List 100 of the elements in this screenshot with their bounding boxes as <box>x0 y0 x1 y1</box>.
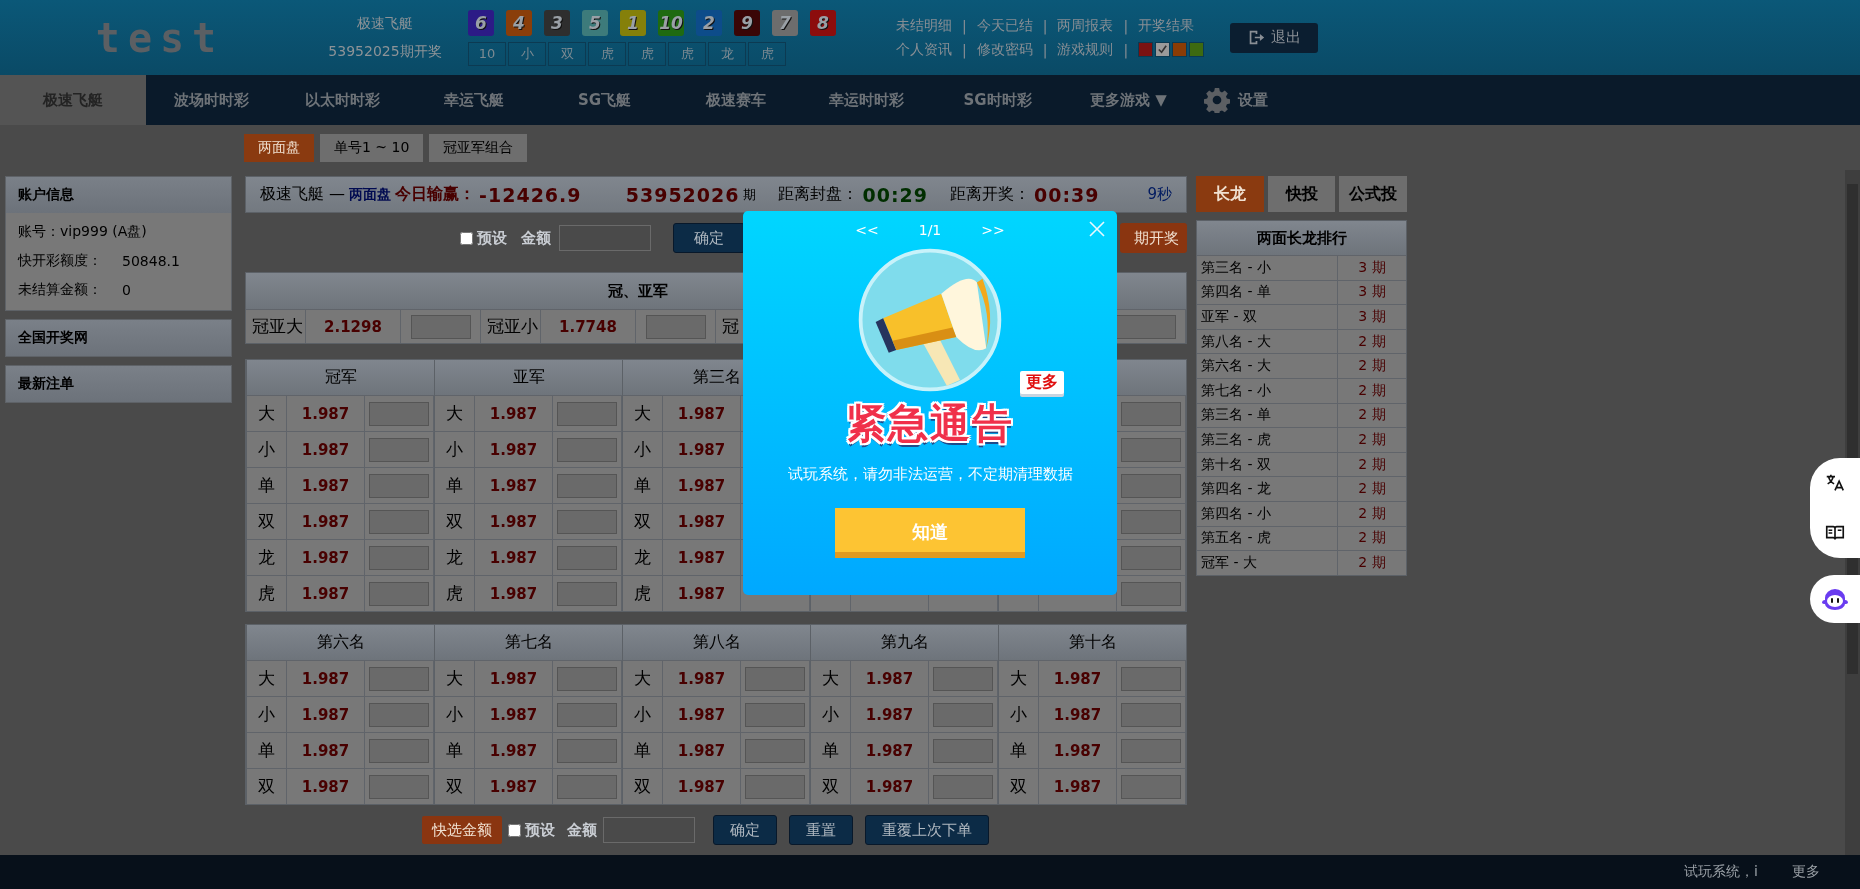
header-link[interactable]: 两周报表 <box>1057 16 1114 35</box>
bet-amount-field[interactable] <box>369 702 429 727</box>
bet-amount-field[interactable] <box>933 738 993 763</box>
bet-amount-field[interactable] <box>1121 581 1181 606</box>
bet-amount-field[interactable] <box>369 473 429 498</box>
odds-value: 1.987 <box>663 503 741 539</box>
amount-field[interactable] <box>603 817 695 843</box>
bet-amount-field[interactable] <box>557 509 617 534</box>
bet-amount-field[interactable] <box>1121 738 1181 763</box>
amount-field[interactable] <box>559 225 651 251</box>
odds-value: 1.987 <box>851 768 929 804</box>
skin-swatch[interactable] <box>1189 42 1205 57</box>
quick-amount-button[interactable]: 快选金额 <box>422 816 502 844</box>
close-label: 距离封盘： <box>778 184 859 205</box>
panel-tab[interactable]: 快投 <box>1267 176 1336 212</box>
bet-amount-field[interactable] <box>557 774 617 799</box>
bet-amount-field[interactable] <box>410 314 471 339</box>
bet-amount-field[interactable] <box>1121 437 1181 462</box>
more-link[interactable]: 更多 <box>1792 863 1820 881</box>
assistant-button[interactable] <box>1810 575 1860 623</box>
game-tab[interactable]: SG时时彩 <box>932 75 1063 125</box>
panel-title[interactable]: 账户信息 <box>6 177 231 213</box>
confirm-button[interactable]: 确定 <box>673 223 745 253</box>
bet-amount-field[interactable] <box>933 702 993 727</box>
bet-amount-field[interactable] <box>369 581 429 606</box>
bet-amount-field[interactable] <box>557 401 617 426</box>
game-tab[interactable]: SG飞艇 <box>539 75 670 125</box>
bet-amount-field[interactable] <box>1121 545 1181 570</box>
bet-amount-field[interactable] <box>1115 314 1176 339</box>
table-cell: 第五名 - 虎 <box>1197 525 1338 551</box>
exit-icon <box>1247 29 1265 46</box>
bet-amount-field[interactable] <box>557 702 617 727</box>
header-link[interactable]: 游戏规则 <box>1057 40 1114 59</box>
bet-amount-field[interactable] <box>1121 401 1181 426</box>
header-link[interactable]: 开奖结果 <box>1138 16 1195 35</box>
panel-tab[interactable]: 公式投 <box>1339 176 1407 212</box>
preset-checkbox[interactable] <box>508 823 521 837</box>
bet-label: 单 <box>247 467 287 503</box>
bet-amount-field[interactable] <box>933 774 993 799</box>
account-label: 账号：vip999 (A盘) <box>18 222 147 241</box>
logout-button[interactable]: 退出 <box>1230 22 1319 53</box>
close-icon[interactable] <box>1089 221 1105 237</box>
bet-amount-field[interactable] <box>369 509 429 534</box>
game-name: 极速飞艇 <box>357 14 413 33</box>
bet-amount-field[interactable] <box>745 774 805 799</box>
game-tab[interactable]: 以太时时彩 <box>277 75 408 125</box>
bet-amount-field[interactable] <box>557 545 617 570</box>
bet-amount-field[interactable] <box>369 666 429 691</box>
bet-amount-field[interactable] <box>369 401 429 426</box>
bet-label: 龙 <box>623 539 663 575</box>
game-tab[interactable]: 幸运飞艇 <box>408 75 539 125</box>
header-link[interactable]: 个人资讯 <box>896 40 952 59</box>
bet-amount-field[interactable] <box>1121 666 1181 691</box>
skin-swatch[interactable] <box>1138 42 1154 57</box>
game-tab[interactable]: 极速赛车 <box>670 75 801 125</box>
bet-amount-field[interactable] <box>369 545 429 570</box>
bet-amount-field[interactable] <box>1121 702 1181 727</box>
bet-amount-field[interactable] <box>1121 774 1181 799</box>
skin-swatch[interactable] <box>1172 42 1188 57</box>
panel-tab[interactable]: 长龙 <box>1196 176 1264 212</box>
bot-icon <box>1821 587 1849 611</box>
panel-title[interactable]: 全国开奖网 <box>6 320 231 356</box>
bet-amount-field[interactable] <box>745 738 805 763</box>
bet-amount-field[interactable] <box>557 437 617 462</box>
bet-amount-field[interactable] <box>369 437 429 462</box>
bet-amount-field[interactable] <box>933 666 993 691</box>
bet-amount-field[interactable] <box>369 774 429 799</box>
skin-swatch[interactable] <box>1155 42 1171 57</box>
recent-draws-button[interactable]: 期开奖 <box>1120 223 1187 253</box>
header-link[interactable]: 修改密码 <box>976 40 1033 59</box>
bet-amount-field[interactable] <box>557 581 617 606</box>
more-badge[interactable]: 更多 <box>1020 371 1064 394</box>
bet-amount-field[interactable] <box>557 473 617 498</box>
play-tab[interactable]: 两面盘 <box>244 133 314 162</box>
panel-title[interactable]: 最新注单 <box>6 366 231 402</box>
settings-link[interactable]: 设置 <box>1204 75 1268 125</box>
action-button[interactable]: 确定 <box>713 815 777 845</box>
bet-amount-field[interactable] <box>369 738 429 763</box>
bet-amount-field[interactable] <box>1121 473 1181 498</box>
game-tab[interactable]: 更多游戏 ▼ <box>1063 75 1194 125</box>
bet-label: 大 <box>623 395 663 431</box>
preset-checkbox[interactable] <box>460 231 473 245</box>
play-tab[interactable]: 单号1 ~ 10 <box>320 133 424 162</box>
game-tab[interactable]: 波场时时彩 <box>146 75 277 125</box>
game-tab[interactable]: 幸运时时彩 <box>801 75 932 125</box>
bet-amount-field[interactable] <box>557 666 617 691</box>
action-button[interactable]: 重覆上次下单 <box>865 815 989 845</box>
header-link[interactable]: 未结明细 <box>896 16 952 35</box>
bet-amount-field[interactable] <box>557 738 617 763</box>
bet-amount-field[interactable] <box>745 702 805 727</box>
play-tab[interactable]: 冠亚军组合 <box>429 133 528 162</box>
bet-amount-field[interactable] <box>1121 509 1181 534</box>
bet-amount-field[interactable] <box>645 314 706 339</box>
translate-icon[interactable] <box>1824 472 1846 494</box>
action-button[interactable]: 重置 <box>789 815 853 845</box>
result-cell: 虎 <box>748 41 786 66</box>
header-link[interactable]: 今天已结 <box>976 16 1033 35</box>
odds-value: 1.987 <box>1039 768 1117 804</box>
bet-amount-field[interactable] <box>745 666 805 691</box>
link-separator: | <box>1123 17 1129 34</box>
